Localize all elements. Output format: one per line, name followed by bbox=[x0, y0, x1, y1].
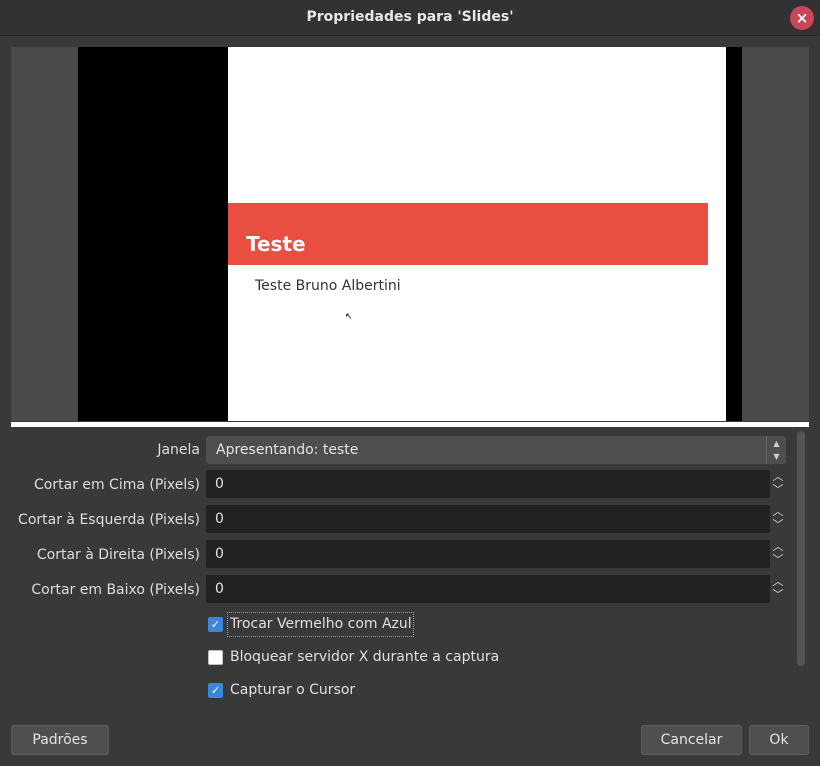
preview-splitter[interactable] bbox=[11, 422, 809, 427]
swap-red-blue-label: Trocar Vermelho com Azul bbox=[230, 616, 412, 632]
defaults-button[interactable]: Padrões bbox=[11, 725, 109, 755]
window-title: Propriedades para 'Slides' bbox=[306, 9, 514, 25]
window-select-value: Apresentando: teste bbox=[216, 442, 359, 458]
checkbox-checked-icon[interactable]: ✓ bbox=[208, 617, 223, 632]
preview-area: Teste Teste Bruno Albertini ↖ bbox=[11, 47, 809, 421]
crop-right-stepper[interactable]: ︿ ﹀ bbox=[770, 540, 786, 568]
form-scrollbar[interactable] bbox=[797, 431, 805, 666]
crop-bottom-input[interactable]: 0 bbox=[206, 575, 770, 603]
checkbox-unchecked-icon[interactable] bbox=[208, 650, 223, 665]
window-select[interactable]: Apresentando: teste ▲ ▼ bbox=[206, 436, 786, 464]
ok-button[interactable]: Ok bbox=[749, 725, 809, 755]
crop-left-stepper[interactable]: ︿ ﹀ bbox=[770, 505, 786, 533]
preview-canvas: Teste Teste Bruno Albertini ↖ bbox=[78, 47, 742, 421]
cancel-button[interactable]: Cancelar bbox=[641, 725, 742, 755]
crop-left-label: Cortar à Esquerda (Pixels) bbox=[18, 512, 200, 528]
lock-x-server-label: Bloquear servidor X durante a captura bbox=[230, 649, 500, 665]
title-bar: Propriedades para 'Slides' × bbox=[0, 0, 820, 36]
window-label: Janela bbox=[157, 442, 200, 458]
slide-title: Teste bbox=[246, 232, 306, 256]
crop-left-input[interactable]: 0 bbox=[206, 505, 770, 533]
crop-top-stepper[interactable]: ︿ ﹀ bbox=[770, 470, 786, 498]
crop-bottom-stepper[interactable]: ︿ ﹀ bbox=[770, 575, 786, 603]
close-icon[interactable]: × bbox=[790, 6, 814, 30]
capture-cursor-label: Capturar o Cursor bbox=[230, 682, 356, 698]
crop-top-input[interactable]: 0 bbox=[206, 470, 770, 498]
crop-top-label: Cortar em Cima (Pixels) bbox=[33, 477, 200, 493]
checkbox-checked-icon[interactable]: ✓ bbox=[208, 683, 223, 698]
mouse-cursor-icon: ↖ bbox=[345, 312, 353, 322]
crop-right-input[interactable]: 0 bbox=[206, 540, 770, 568]
crop-bottom-label: Cortar em Baixo (Pixels) bbox=[31, 582, 200, 598]
slide-preview: Teste Teste Bruno Albertini ↖ bbox=[228, 47, 726, 421]
crop-right-label: Cortar à Direita (Pixels) bbox=[36, 547, 200, 563]
slide-subtitle: Teste Bruno Albertini bbox=[255, 278, 401, 294]
select-arrows-icon: ▲ ▼ bbox=[766, 436, 786, 464]
